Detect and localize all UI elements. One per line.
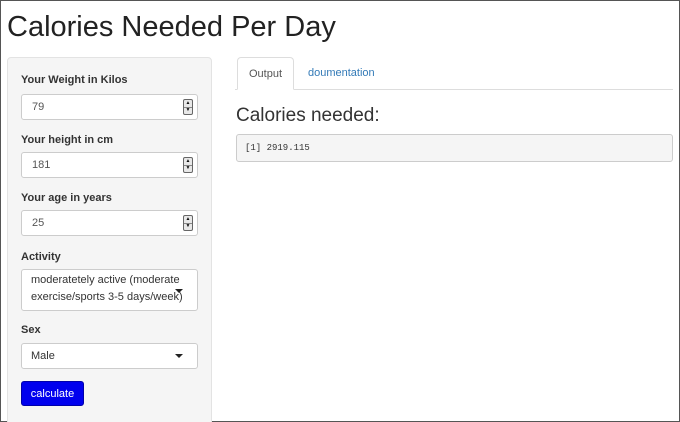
sex-label: Sex [21, 324, 41, 336]
weight-spinner-icon[interactable]: ▲ ▼ [183, 99, 193, 115]
activity-select[interactable]: moderatetely active (moderate exercise/s… [21, 269, 198, 311]
age-spinner-icon[interactable]: ▲ ▼ [183, 215, 193, 231]
age-label: Your age in years [21, 192, 112, 204]
spin-down-icon[interactable]: ▼ [184, 164, 192, 173]
spin-down-icon[interactable]: ▼ [184, 106, 192, 115]
height-value: 181 [32, 159, 51, 171]
activity-label: Activity [21, 251, 61, 263]
caret-down-icon [175, 354, 183, 358]
height-label: Your height in cm [21, 134, 114, 146]
calculate-button[interactable]: calculate [21, 381, 84, 406]
age-input[interactable]: 25 ▲ ▼ [21, 210, 198, 236]
weight-value: 79 [32, 101, 45, 113]
tab-output[interactable]: Output [237, 57, 294, 90]
output-result: [1] 2919.115 [236, 134, 673, 162]
activity-selected-line1: moderatetely active (moderate [31, 274, 180, 286]
height-input[interactable]: 181 ▲ ▼ [21, 152, 198, 178]
caret-down-icon [175, 289, 183, 293]
sex-select[interactable]: Male [21, 343, 198, 369]
tab-documentation[interactable]: doumentation [308, 57, 375, 90]
tab-bar: Output doumentation [235, 57, 673, 90]
activity-selected-line2: exercise/sports 3-5 days/week) [31, 291, 183, 303]
sex-selected: Male [31, 350, 55, 362]
age-value: 25 [32, 217, 45, 229]
weight-input[interactable]: 79 ▲ ▼ [21, 94, 198, 120]
weight-label: Your Weight in Kilos [21, 74, 128, 86]
output-heading: Calories needed: [236, 105, 380, 126]
page-title: Calories Needed Per Day [7, 11, 336, 43]
spin-down-icon[interactable]: ▼ [184, 222, 192, 231]
sidebar-panel: Your Weight in Kilos 79 ▲ ▼ Your height … [7, 57, 212, 422]
height-spinner-icon[interactable]: ▲ ▼ [183, 157, 193, 173]
